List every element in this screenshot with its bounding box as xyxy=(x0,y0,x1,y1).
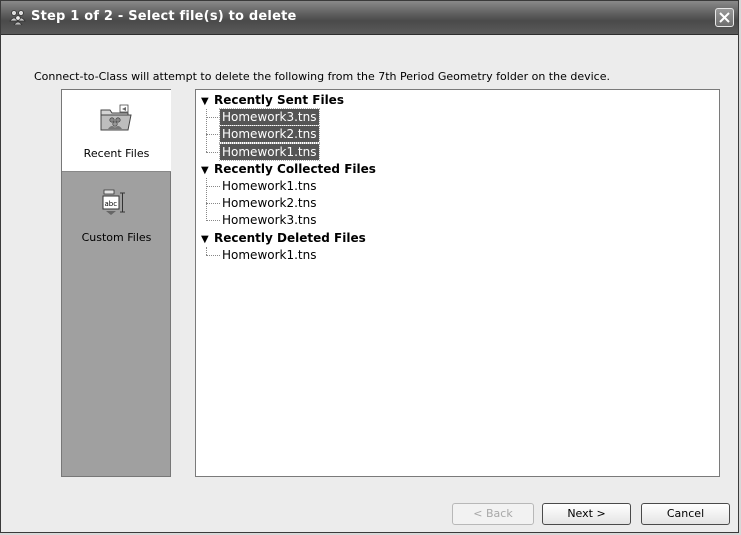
tree-group-recently-collected[interactable]: ▼ Recently Collected Files xyxy=(201,162,376,178)
sidebar: Recent Files abc Custom Files xyxy=(61,89,171,477)
group-title: Recently Sent Files xyxy=(214,93,344,107)
title-bar[interactable]: Step 1 of 2 - Select file(s) to delete xyxy=(1,1,738,35)
next-button[interactable]: Next > xyxy=(542,503,631,525)
tree-group-recently-deleted[interactable]: ▼ Recently Deleted Files xyxy=(201,231,366,247)
file-tree[interactable]: ▼ Recently Sent Files Homework3.tns Homew… xyxy=(195,89,720,477)
sidebar-item-custom-files[interactable]: abc Custom Files xyxy=(62,174,171,256)
users-group-icon xyxy=(9,9,27,26)
expand-arrow-icon[interactable]: ▼ xyxy=(201,234,214,245)
window-title: Step 1 of 2 - Select file(s) to delete xyxy=(31,9,297,24)
file-name: Homework2.tns xyxy=(219,125,320,143)
back-button[interactable]: < Back xyxy=(452,503,534,525)
folder-users-icon xyxy=(98,100,134,136)
tree-group-recently-sent[interactable]: ▼ Recently Sent Files xyxy=(201,93,344,109)
sidebar-item-label: Recent Files xyxy=(83,147,150,160)
file-name: Homework3.tns xyxy=(219,108,320,126)
file-name: Homework2.tns xyxy=(222,196,317,210)
dialog-window: Step 1 of 2 - Select file(s) to delete C… xyxy=(0,0,739,533)
expand-arrow-icon[interactable]: ▼ xyxy=(201,96,214,107)
tree-connector xyxy=(206,247,207,255)
svg-text:abc: abc xyxy=(105,200,118,208)
close-icon xyxy=(719,12,730,23)
group-title: Recently Collected Files xyxy=(214,162,376,176)
file-name: Homework3.tns xyxy=(222,213,317,227)
abc-document-icon: abc xyxy=(98,184,134,220)
sidebar-item-label: Custom Files xyxy=(81,231,152,244)
sidebar-item-recent-files[interactable]: Recent Files xyxy=(62,90,171,172)
tree-connector xyxy=(206,109,207,152)
file-name: Homework1.tns xyxy=(219,143,320,161)
close-button[interactable] xyxy=(715,8,734,27)
cancel-button[interactable]: Cancel xyxy=(641,503,730,525)
file-name: Homework1.tns xyxy=(222,248,317,262)
file-name: Homework1.tns xyxy=(222,179,317,193)
expand-arrow-icon[interactable]: ▼ xyxy=(201,165,214,176)
group-title: Recently Deleted Files xyxy=(214,231,366,245)
instruction-text: Connect-to-Class will attempt to delete … xyxy=(34,70,610,83)
tree-connector xyxy=(206,178,207,221)
